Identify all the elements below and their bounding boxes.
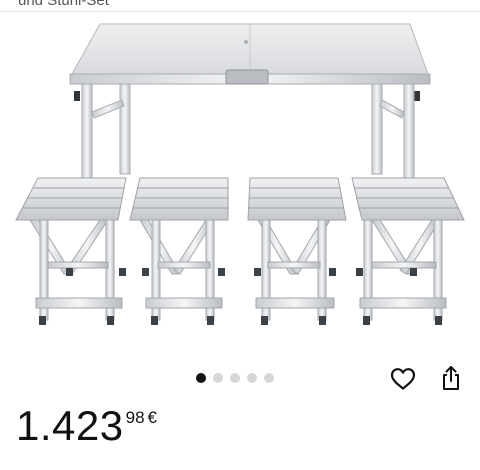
share-icon <box>443 366 459 390</box>
carousel-dot-3[interactable] <box>230 373 240 383</box>
top-caption-strip: und Stuhl-Set <box>0 0 480 12</box>
carousel-dot-4[interactable] <box>247 373 257 383</box>
share-button[interactable] <box>437 364 465 392</box>
price-currency: € <box>147 408 157 427</box>
table-legs <box>81 83 415 185</box>
price: 1.423 98 € <box>16 402 157 450</box>
image-carousel-dots[interactable] <box>196 372 274 384</box>
stool-2 <box>129 177 229 325</box>
carousel-dot-2[interactable] <box>213 373 223 383</box>
stool-3 <box>247 177 347 325</box>
carousel-dot-5[interactable] <box>264 373 274 383</box>
price-cents: 98 <box>125 408 145 427</box>
heart-icon <box>390 368 416 390</box>
carousel-dot-1[interactable] <box>196 373 206 383</box>
stool-1 <box>15 177 127 325</box>
favorite-button[interactable] <box>389 365 417 393</box>
price-main: 1.423 <box>16 402 124 449</box>
product-image[interactable] <box>0 12 480 357</box>
product-title-caption: und Stuhl-Set <box>18 0 109 9</box>
stool-4 <box>351 177 465 325</box>
